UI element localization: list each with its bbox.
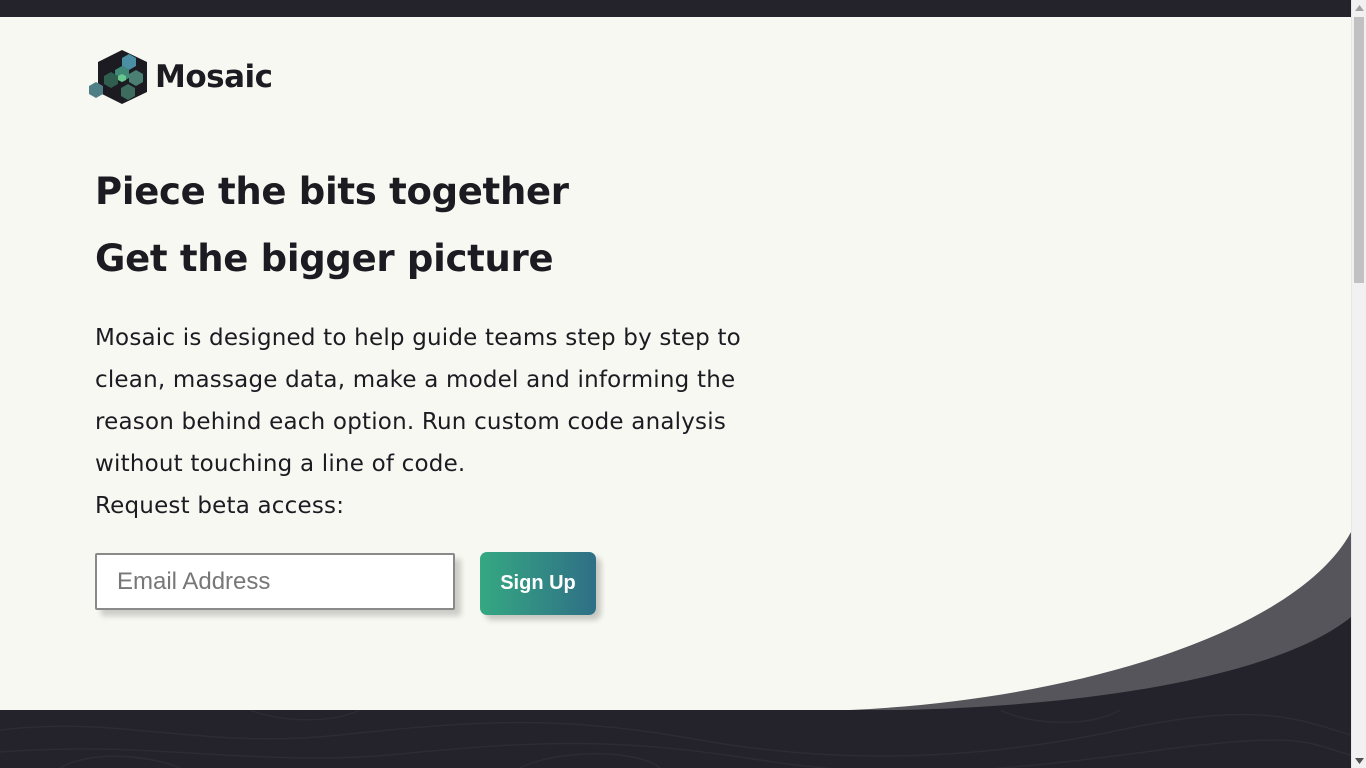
sign-up-button[interactable]: Sign Up bbox=[480, 552, 596, 615]
vertical-scrollbar[interactable] bbox=[1351, 0, 1366, 768]
hero-section: Mosaic Piece the bits together Get the b… bbox=[0, 17, 1351, 710]
dark-footer-section bbox=[0, 710, 1351, 768]
brand-logo[interactable]: Mosaic bbox=[88, 48, 273, 106]
email-field[interactable] bbox=[95, 553, 455, 610]
hero-description: Mosaic is designed to help guide teams s… bbox=[95, 325, 741, 477]
headline-secondary: Get the bigger picture bbox=[95, 237, 554, 280]
beta-access-prompt: Request beta access: bbox=[95, 493, 345, 519]
headline-primary: Piece the bits together bbox=[95, 170, 569, 213]
brand-name: Mosaic bbox=[155, 59, 273, 95]
topographic-pattern bbox=[0, 710, 1351, 768]
top-dark-band bbox=[0, 0, 1351, 17]
scrollbar-thumb[interactable] bbox=[1354, 17, 1364, 283]
scroll-down-arrow-icon[interactable] bbox=[1352, 753, 1366, 768]
scroll-up-arrow-icon[interactable] bbox=[1352, 0, 1366, 15]
mosaic-cubes-logo-icon bbox=[89, 50, 147, 104]
